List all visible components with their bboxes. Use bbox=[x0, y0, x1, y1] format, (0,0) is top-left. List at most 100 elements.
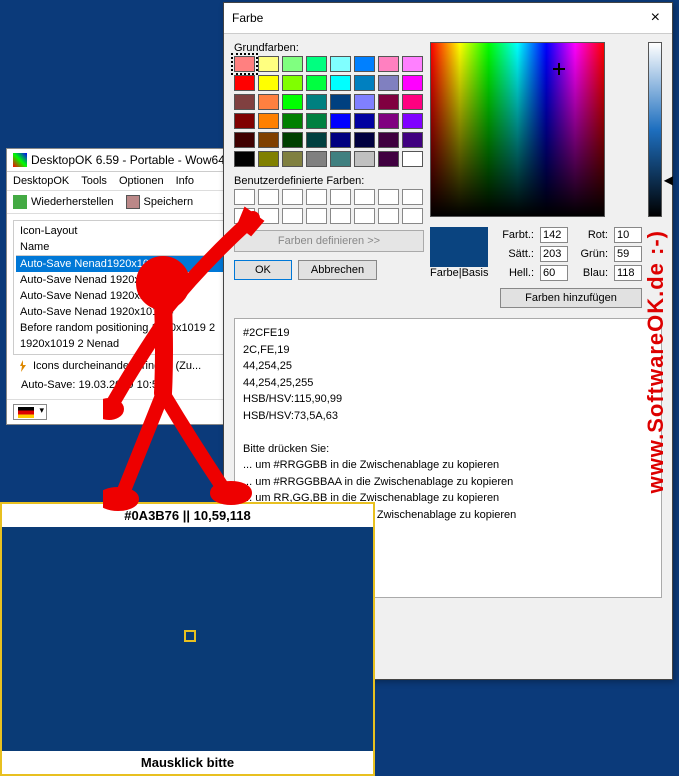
preview-label: Farbe|Basis bbox=[430, 267, 488, 279]
sat-input[interactable] bbox=[540, 246, 568, 262]
preview-canvas[interactable] bbox=[2, 527, 373, 751]
color-swatch[interactable] bbox=[258, 75, 279, 91]
color-values: Farbt.: Rot: Sätt.: Grün: Hell.: Blau: F… bbox=[500, 227, 642, 308]
restore-button[interactable]: Wiederherstellen bbox=[13, 195, 114, 209]
color-swatch[interactable] bbox=[282, 132, 303, 148]
flag-de-icon bbox=[18, 407, 34, 418]
color-swatch[interactable] bbox=[330, 56, 351, 72]
custom-swatch[interactable] bbox=[306, 189, 327, 205]
custom-swatch[interactable] bbox=[354, 189, 375, 205]
color-spectrum[interactable] bbox=[430, 42, 605, 217]
color-swatch[interactable] bbox=[330, 113, 351, 129]
color-swatch[interactable] bbox=[306, 75, 327, 91]
green-input[interactable] bbox=[614, 246, 642, 262]
ok-button[interactable]: OK bbox=[234, 260, 292, 280]
red-input[interactable] bbox=[614, 227, 642, 243]
color-swatch[interactable] bbox=[402, 132, 423, 148]
luminance-slider[interactable]: ◀ bbox=[648, 42, 662, 217]
color-swatch[interactable] bbox=[282, 94, 303, 110]
color-swatch[interactable] bbox=[378, 113, 399, 129]
color-swatch[interactable] bbox=[306, 151, 327, 167]
color-swatch[interactable] bbox=[378, 75, 399, 91]
info-line: 2C,FE,19 bbox=[243, 342, 653, 359]
color-swatch[interactable] bbox=[330, 132, 351, 148]
blue-input[interactable] bbox=[614, 265, 642, 281]
color-swatch[interactable] bbox=[330, 151, 351, 167]
custom-swatch[interactable] bbox=[330, 208, 351, 224]
color-swatch[interactable] bbox=[330, 75, 351, 91]
basic-colors-label: Grundfarben: bbox=[234, 42, 424, 54]
custom-swatch[interactable] bbox=[378, 189, 399, 205]
color-swatch[interactable] bbox=[402, 94, 423, 110]
color-swatch[interactable] bbox=[402, 151, 423, 167]
info-line: Bitte drücken Sie: bbox=[243, 441, 653, 458]
menu-item[interactable]: DesktopOK bbox=[13, 175, 69, 187]
slider-arrow-icon: ◀ bbox=[664, 173, 673, 187]
color-swatch[interactable] bbox=[378, 132, 399, 148]
color-swatch[interactable] bbox=[306, 56, 327, 72]
color-swatch[interactable] bbox=[234, 151, 255, 167]
custom-swatch[interactable] bbox=[282, 189, 303, 205]
color-swatch[interactable] bbox=[354, 56, 375, 72]
color-swatch[interactable] bbox=[234, 132, 255, 148]
color-swatch[interactable] bbox=[330, 94, 351, 110]
color-swatch[interactable] bbox=[282, 75, 303, 91]
color-swatch[interactable] bbox=[234, 94, 255, 110]
color-swatch[interactable] bbox=[258, 94, 279, 110]
menu-item[interactable]: Info bbox=[176, 175, 194, 187]
color-swatch[interactable] bbox=[306, 94, 327, 110]
color-swatch[interactable] bbox=[282, 56, 303, 72]
color-swatch[interactable] bbox=[402, 75, 423, 91]
color-swatch[interactable] bbox=[354, 151, 375, 167]
menu-item[interactable]: Optionen bbox=[119, 175, 164, 187]
custom-swatch[interactable] bbox=[402, 208, 423, 224]
info-line bbox=[243, 424, 653, 441]
color-swatch[interactable] bbox=[306, 113, 327, 129]
custom-swatch[interactable] bbox=[378, 208, 399, 224]
color-swatch[interactable] bbox=[282, 113, 303, 129]
color-swatch[interactable] bbox=[378, 151, 399, 167]
menu-item[interactable]: Tools bbox=[81, 175, 107, 187]
add-color-button[interactable]: Farben hinzufügen bbox=[500, 288, 642, 308]
custom-swatch[interactable] bbox=[234, 189, 255, 205]
color-swatch[interactable] bbox=[258, 151, 279, 167]
color-swatch[interactable] bbox=[234, 56, 255, 72]
info-line: HSB/HSV:73,5A,63 bbox=[243, 408, 653, 425]
language-select[interactable] bbox=[13, 404, 47, 420]
color-swatch[interactable] bbox=[306, 132, 327, 148]
custom-swatch[interactable] bbox=[258, 189, 279, 205]
custom-swatch[interactable] bbox=[330, 189, 351, 205]
color-swatch[interactable] bbox=[402, 56, 423, 72]
info-line: HSB/HSV:115,90,99 bbox=[243, 391, 653, 408]
color-swatch[interactable] bbox=[354, 94, 375, 110]
color-swatch[interactable] bbox=[378, 56, 399, 72]
color-swatch[interactable] bbox=[354, 132, 375, 148]
info-line: ... um #RRGGBB in die Zwischenablage zu … bbox=[243, 457, 653, 474]
pick-marker-icon bbox=[184, 630, 196, 642]
info-line: 44,254,25,255 bbox=[243, 375, 653, 392]
color-swatch[interactable] bbox=[378, 94, 399, 110]
custom-swatch[interactable] bbox=[282, 208, 303, 224]
custom-swatch[interactable] bbox=[306, 208, 327, 224]
color-swatch[interactable] bbox=[234, 113, 255, 129]
color-swatch[interactable] bbox=[234, 75, 255, 91]
color-swatch[interactable] bbox=[258, 113, 279, 129]
custom-colors-grid bbox=[234, 189, 424, 224]
color-swatch[interactable] bbox=[354, 113, 375, 129]
dialog-titlebar[interactable]: Farbe × bbox=[224, 3, 672, 34]
color-swatch[interactable] bbox=[282, 151, 303, 167]
lum-input[interactable] bbox=[540, 265, 568, 281]
custom-swatch[interactable] bbox=[354, 208, 375, 224]
close-button[interactable]: × bbox=[647, 9, 664, 27]
custom-swatch[interactable] bbox=[402, 189, 423, 205]
cancel-button[interactable]: Abbrechen bbox=[298, 260, 377, 280]
color-preview bbox=[430, 227, 488, 267]
hue-input[interactable] bbox=[540, 227, 568, 243]
color-swatch[interactable] bbox=[354, 75, 375, 91]
custom-swatch[interactable] bbox=[234, 208, 255, 224]
color-swatch[interactable] bbox=[258, 132, 279, 148]
custom-swatch[interactable] bbox=[258, 208, 279, 224]
color-swatch[interactable] bbox=[258, 56, 279, 72]
save-button[interactable]: Speichern bbox=[126, 195, 194, 209]
color-swatch[interactable] bbox=[402, 113, 423, 129]
